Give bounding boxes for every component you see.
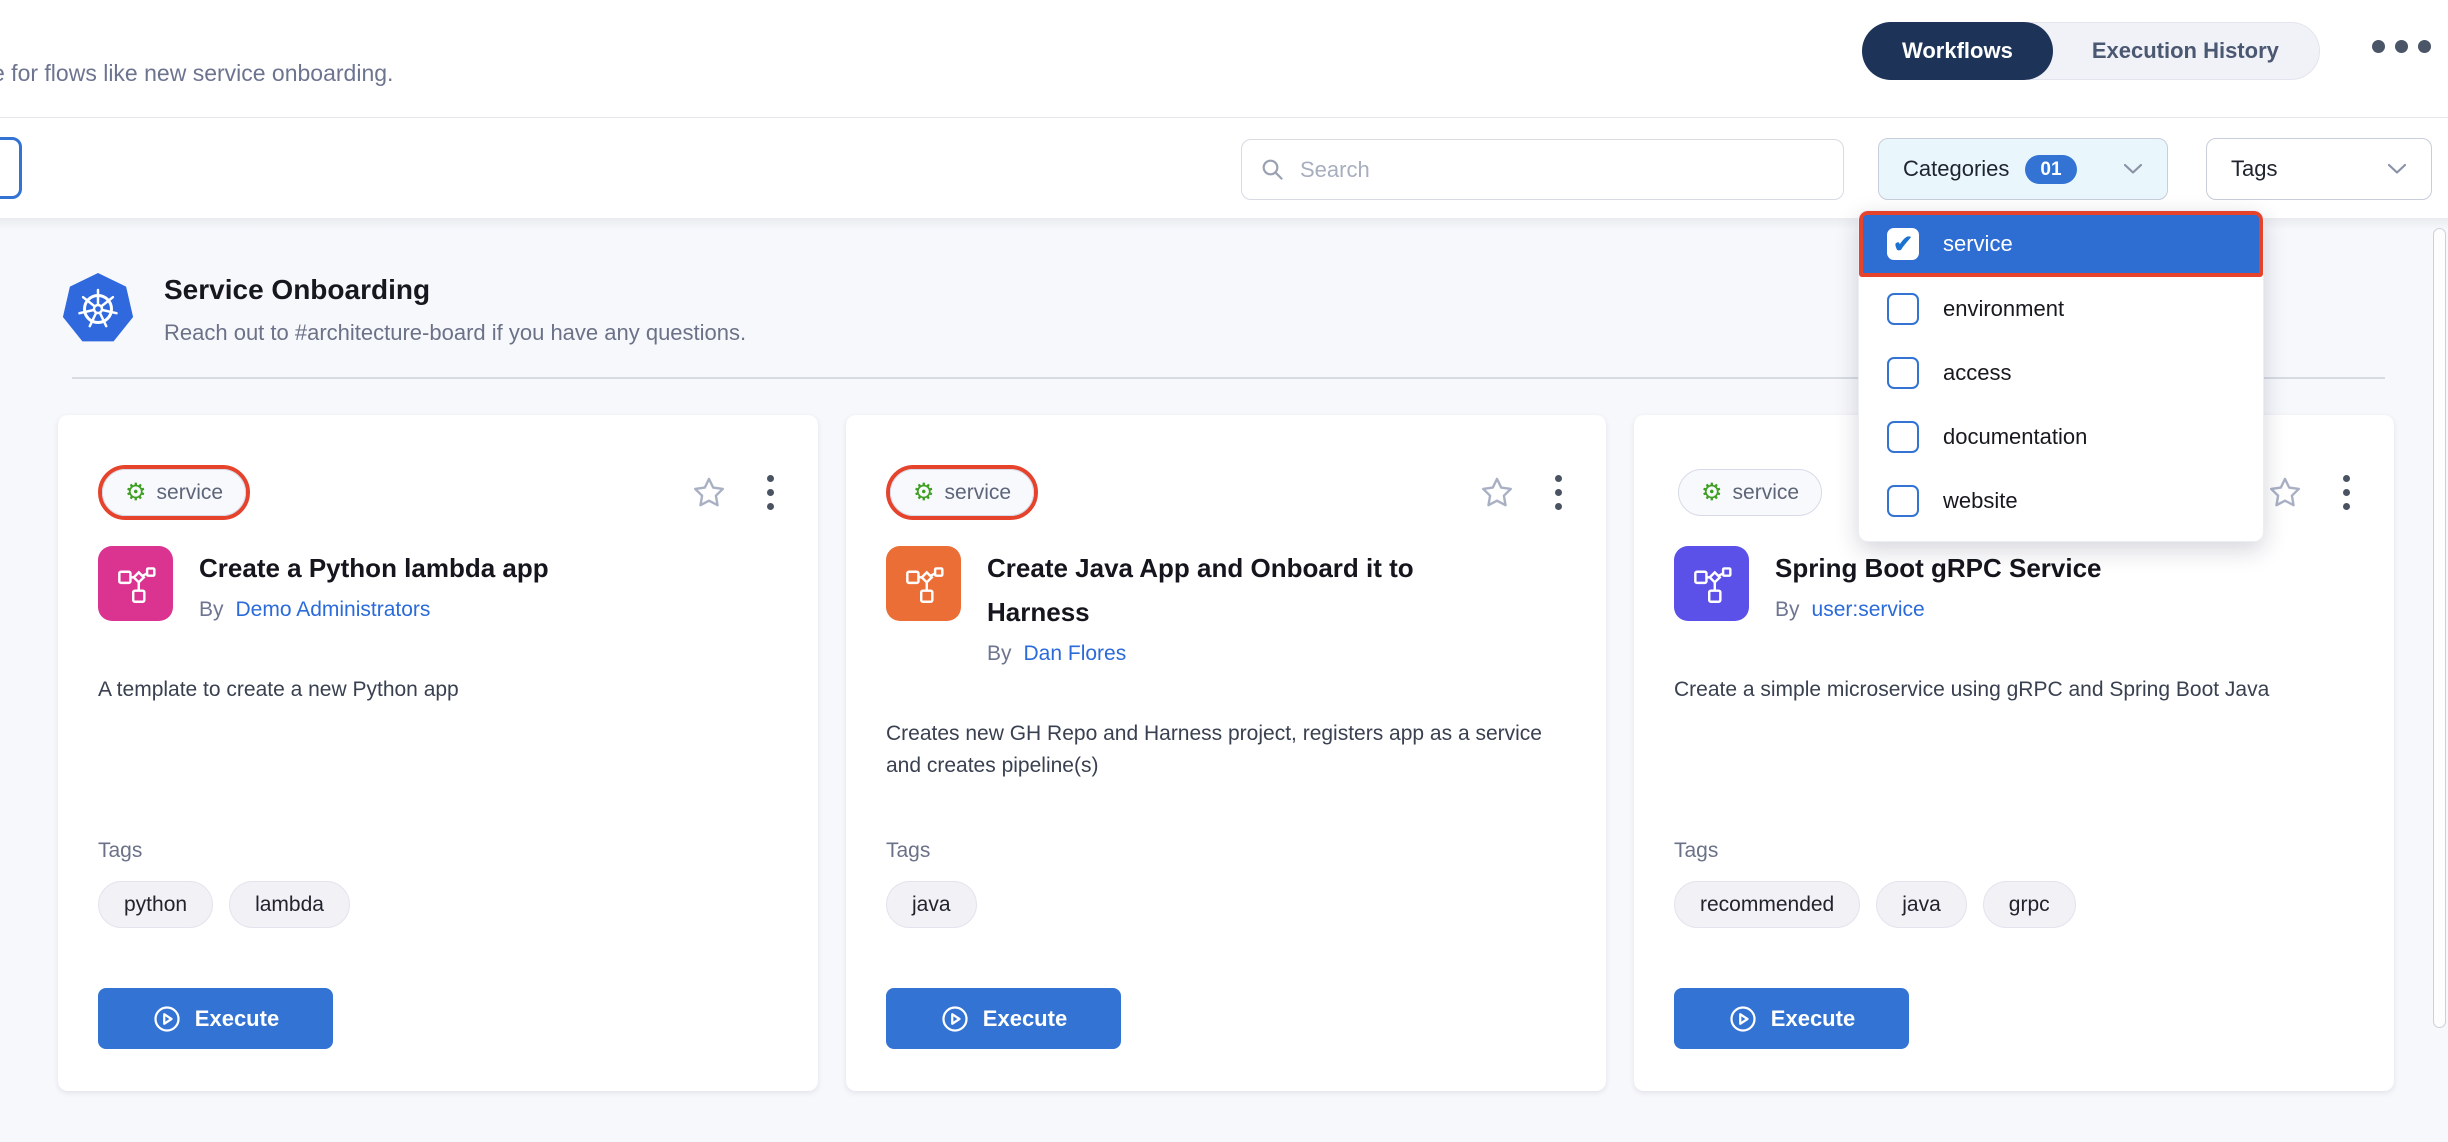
checkbox-icon[interactable]	[1887, 293, 1919, 325]
execute-button[interactable]: Execute	[1674, 988, 1909, 1049]
section-subtitle: Reach out to #architecture-board if you …	[164, 320, 746, 346]
tags-label: Tags	[98, 839, 142, 863]
by-label: By	[987, 642, 1012, 666]
card-title: Create a Python lambda app	[199, 546, 549, 590]
author-link[interactable]: user:service	[1812, 598, 1925, 622]
checkbox-icon[interactable]	[1887, 485, 1919, 517]
checkbox-checked-icon[interactable]	[1887, 228, 1919, 260]
tab-workflows[interactable]: Workflows	[1862, 22, 2053, 80]
gear-icon: ⚙	[1701, 481, 1723, 505]
play-icon	[940, 1004, 970, 1034]
cut-off-button[interactable]	[0, 137, 22, 199]
header-divider	[0, 117, 2448, 118]
favorite-star-icon[interactable]	[2267, 475, 2303, 511]
more-options-icon[interactable]	[2372, 40, 2431, 53]
by-label: By	[1775, 598, 1800, 622]
workflow-icon	[98, 546, 173, 621]
checkbox-icon[interactable]	[1887, 421, 1919, 453]
tag-pill: python	[98, 881, 213, 928]
workflow-icon	[886, 546, 961, 621]
tags-dropdown-button[interactable]: Tags	[2206, 138, 2432, 200]
card-description: A template to create a new Python app	[98, 674, 778, 706]
scrollbar-thumb[interactable]	[2433, 228, 2446, 1028]
card-menu-icon[interactable]	[763, 471, 778, 514]
workflow-card: ⚙ service	[58, 415, 818, 1091]
favorite-star-icon[interactable]	[691, 475, 727, 511]
play-icon	[152, 1004, 182, 1034]
card-title: Create Java App and Onboard it to Harnes…	[987, 546, 1507, 634]
dropdown-option-documentation[interactable]: documentation	[1859, 405, 2263, 469]
workflow-icon	[1674, 546, 1749, 621]
annotation-highlight: ⚙ service	[886, 465, 1038, 520]
gear-icon: ⚙	[913, 481, 935, 505]
categories-count-badge: 01	[2025, 155, 2076, 184]
tag-pill: recommended	[1674, 881, 1860, 928]
by-label: By	[199, 598, 224, 622]
dropdown-option-website[interactable]: website	[1859, 469, 2263, 533]
tag-pill: java	[886, 881, 977, 928]
card-description: Creates new GH Repo and Harness project,…	[886, 718, 1566, 782]
play-icon	[1728, 1004, 1758, 1034]
chevron-down-icon	[2123, 163, 2143, 175]
execute-button[interactable]: Execute	[98, 988, 333, 1049]
dropdown-option-environment[interactable]: environment	[1859, 277, 2263, 341]
card-title: Spring Boot gRPC Service	[1775, 546, 2102, 590]
kubernetes-icon	[62, 273, 134, 345]
search-box	[1241, 139, 1844, 200]
annotation-highlight: ⚙ service	[98, 465, 250, 520]
author-link[interactable]: Dan Flores	[1024, 642, 1127, 666]
favorite-star-icon[interactable]	[1479, 475, 1515, 511]
intro-text: e for flows like new service onboarding.	[0, 60, 393, 87]
tags-label: Tags	[886, 839, 930, 863]
card-menu-icon[interactable]	[2339, 471, 2354, 514]
category-chip: ⚙ service	[1678, 469, 1822, 516]
chip-ring: ⚙ service	[1674, 465, 1826, 520]
checkbox-icon[interactable]	[1887, 357, 1919, 389]
section-title: Service Onboarding	[164, 274, 430, 306]
dropdown-option-access[interactable]: access	[1859, 341, 2263, 405]
tag-pill: lambda	[229, 881, 350, 928]
tags-filter-label: Tags	[2231, 156, 2277, 182]
author-link[interactable]: Demo Administrators	[236, 598, 431, 622]
search-icon	[1260, 157, 1286, 183]
tab-execution-history[interactable]: Execution History	[2052, 23, 2319, 79]
execute-button[interactable]: Execute	[886, 988, 1121, 1049]
tags-label: Tags	[1674, 839, 1718, 863]
view-toggle-group: Workflows Execution History	[1862, 22, 2320, 80]
category-chip: ⚙ service	[102, 469, 246, 516]
categories-dropdown-button[interactable]: Categories 01	[1878, 138, 2168, 200]
search-input[interactable]	[1300, 157, 1825, 183]
gear-icon: ⚙	[125, 481, 147, 505]
categories-label: Categories	[1903, 156, 2009, 182]
chevron-down-icon	[2387, 163, 2407, 175]
dropdown-option-service[interactable]: service	[1859, 211, 2263, 277]
category-chip: ⚙ service	[890, 469, 1034, 516]
card-menu-icon[interactable]	[1551, 471, 1566, 514]
card-description: Create a simple microservice using gRPC …	[1674, 674, 2314, 706]
tag-pill: java	[1876, 881, 1967, 928]
workflow-card: ⚙ service	[846, 415, 1606, 1091]
tag-pill: grpc	[1983, 881, 2076, 928]
categories-dropdown-menu: service environment access documentation…	[1858, 210, 2264, 542]
